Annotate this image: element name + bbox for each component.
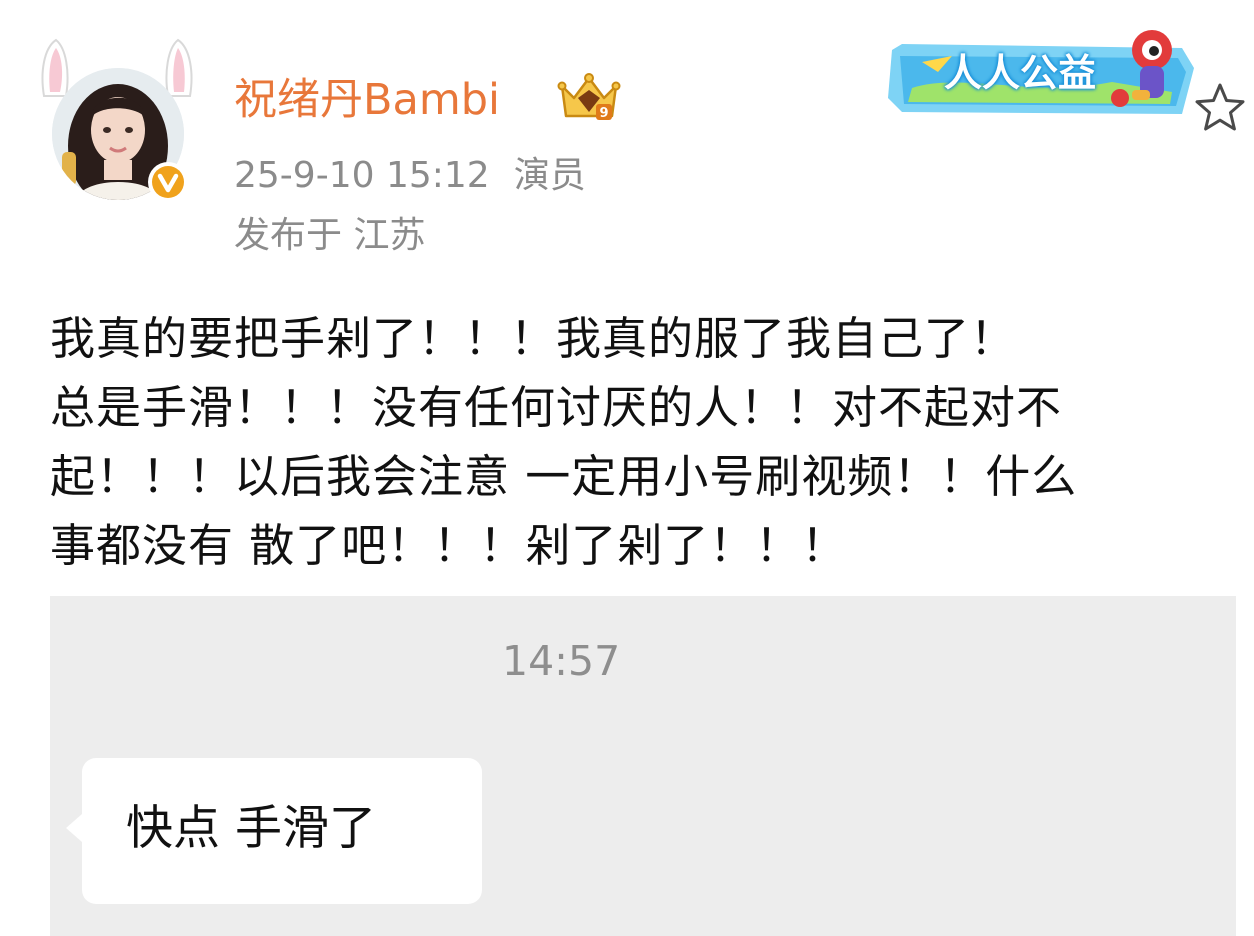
post-timestamp[interactable]: 25-9-10 15:12 [234, 155, 490, 196]
user-role: 演员 [513, 155, 586, 196]
chat-message-bubble: 快点 手滑了 [66, 758, 482, 904]
post-content: 我真的要把手剁了！！！我真的服了我自己了！ 总是手滑！！！没有任何讨厌的人！！对… [50, 304, 1236, 580]
username[interactable]: 祝绪丹Bambi [234, 72, 500, 128]
crown-badge-icon[interactable]: 9 [556, 72, 622, 126]
bubble-tail [66, 814, 82, 842]
verified-badge-icon [148, 162, 188, 202]
post-line: 起！！！以后我会注意 一定用小号刷视频！！什么 [50, 450, 1078, 503]
star-icon[interactable] [1192, 80, 1248, 136]
post-meta: 25-9-10 15:12 演员 [234, 152, 586, 200]
weibo-post-screenshot: 祝绪丹Bambi 9 25-9-10 15:12 演员 发布于 江苏 人人公益 我… [0, 0, 1254, 936]
post-line: 我真的要把手剁了！！！我真的服了我自己了！ [50, 312, 1017, 365]
post-location: 发布于 江苏 [234, 215, 426, 256]
embedded-chat-image[interactable]: 14:57 快点 手滑了 [50, 596, 1236, 936]
charity-label: 人人公益 [944, 51, 1097, 95]
avatar-container[interactable] [38, 38, 198, 208]
post-line: 事都没有 散了吧！！！剁了剁了！！！ [50, 519, 848, 572]
chat-message-text: 快点 手滑了 [126, 801, 376, 856]
chat-timestamp: 14:57 [502, 637, 621, 685]
crown-level-label: 9 [599, 106, 608, 121]
post-line: 总是手滑！！！没有任何讨厌的人！！对不起对不 [50, 381, 1063, 434]
